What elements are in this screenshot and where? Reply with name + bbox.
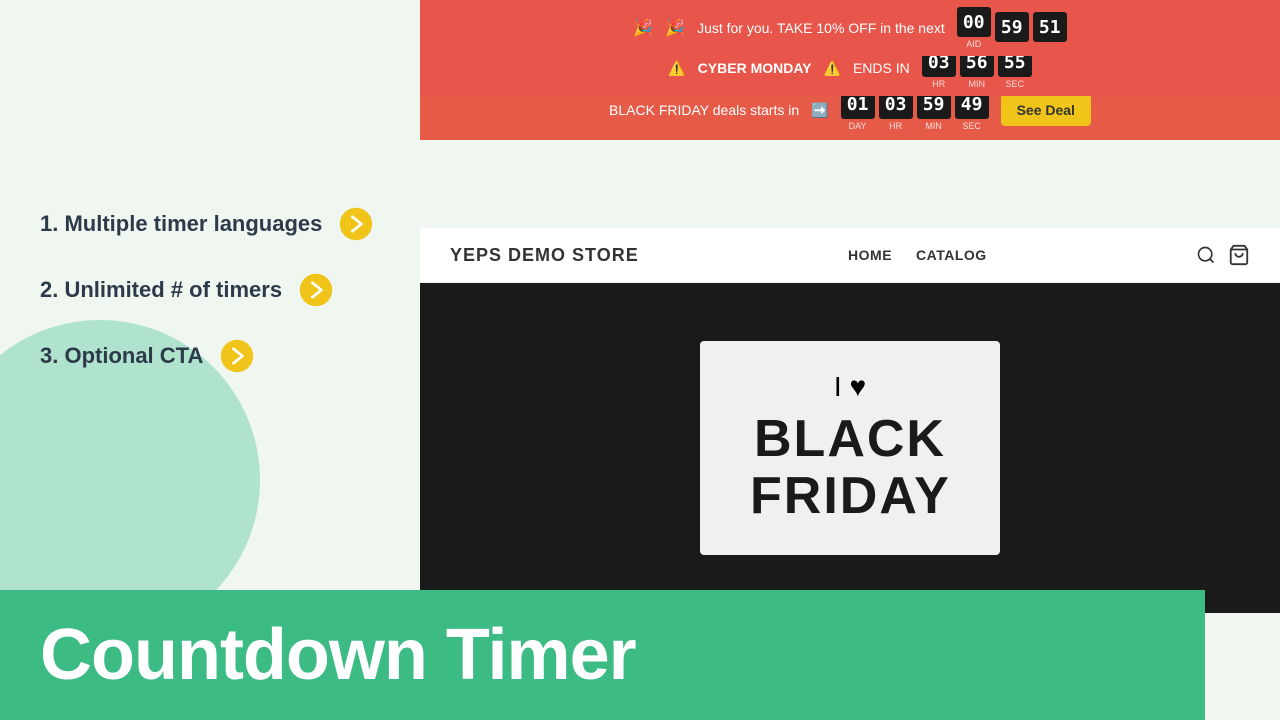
store-logo: YEPS DEMO STORE bbox=[450, 245, 639, 266]
digit-group-hours-1: 00 AID bbox=[957, 7, 991, 49]
digit-group-sec-1: 51 bbox=[1033, 12, 1067, 44]
banner-1-timer: 00 AID 59 51 bbox=[957, 7, 1067, 49]
digit-label-day-3: DAY bbox=[849, 121, 867, 131]
nav-icons bbox=[1196, 244, 1250, 266]
stacked-banners: 🎉 🎉 Just for you. TAKE 10% OFF in the ne… bbox=[420, 0, 1280, 220]
feature-2: 2. Unlimited # of timers bbox=[40, 272, 385, 308]
banner-2-emoji-left: ⚠️ bbox=[668, 60, 685, 77]
store-navbar: YEPS DEMO STORE HOME CATALOG bbox=[420, 228, 1280, 283]
banner-2-text: CYBER MONDAY bbox=[698, 60, 812, 76]
cart-icon[interactable] bbox=[1228, 244, 1250, 266]
digit-sec-1: 51 bbox=[1033, 12, 1067, 42]
banner-3-arrow: ➡️ bbox=[811, 102, 828, 119]
digit-label-min-2: MIN bbox=[969, 79, 986, 89]
digit-label-hours-1: AID bbox=[966, 39, 981, 49]
digit-min-1: 59 bbox=[995, 12, 1029, 42]
digit-label-hr-3: HR bbox=[889, 121, 902, 131]
feature-1: 1. Multiple timer languages bbox=[40, 206, 385, 242]
browser-mockup: 🎉 🎉 Just for you. TAKE 10% OFF in the ne… bbox=[420, 0, 1280, 600]
arrow-icon-2 bbox=[298, 272, 334, 308]
hero-title-line3: FRIDAY bbox=[750, 468, 950, 525]
banner-1-emoji-right: 🎉 bbox=[665, 18, 685, 38]
nav-link-home[interactable]: HOME bbox=[848, 247, 892, 263]
banner-3-text: BLACK FRIDAY deals starts in bbox=[609, 102, 799, 118]
banner-1: 🎉 🎉 Just for you. TAKE 10% OFF in the ne… bbox=[420, 0, 1280, 56]
hero-title-line2: BLACK bbox=[750, 411, 950, 468]
feature-1-text: 1. Multiple timer languages bbox=[40, 211, 322, 237]
bottom-bar-title: Countdown Timer bbox=[40, 614, 636, 696]
nav-links: HOME CATALOG bbox=[848, 247, 987, 263]
banner-1-emoji-left: 🎉 bbox=[633, 18, 653, 38]
digit-label-hr-2: HR bbox=[932, 79, 945, 89]
hero-area: I ♥ BLACK FRIDAY bbox=[420, 283, 1280, 613]
banner-2-suffix: ENDS IN bbox=[853, 60, 910, 76]
banner-1-text: Just for you. TAKE 10% OFF in the next bbox=[697, 20, 945, 36]
arrow-icon-3 bbox=[219, 338, 255, 374]
hero-sign: I ♥ BLACK FRIDAY bbox=[700, 341, 1000, 555]
search-icon[interactable] bbox=[1196, 245, 1216, 265]
digit-label-min-3: MIN bbox=[925, 121, 942, 131]
feature-2-text: 2. Unlimited # of timers bbox=[40, 277, 282, 303]
nav-link-catalog[interactable]: CATALOG bbox=[916, 247, 987, 263]
hero-heart: I ♥ bbox=[750, 371, 950, 403]
banner-2-emoji-right: ⚠️ bbox=[824, 60, 841, 77]
store-content: YEPS DEMO STORE HOME CATALOG bbox=[420, 220, 1280, 613]
feature-3-text: 3. Optional CTA bbox=[40, 343, 203, 369]
left-panel: 1. Multiple timer languages 2. Unlimited… bbox=[0, 0, 415, 580]
digit-group-min-1: 59 bbox=[995, 12, 1029, 44]
see-deal-button[interactable]: See Deal bbox=[1001, 94, 1091, 126]
feature-3: 3. Optional CTA bbox=[40, 338, 385, 374]
bottom-bar: Countdown Timer bbox=[0, 590, 1205, 720]
arrow-icon-1 bbox=[338, 206, 374, 242]
digit-label-sec-2: SEC bbox=[1005, 79, 1024, 89]
digit-hours-1: 00 bbox=[957, 7, 991, 37]
digit-label-sec-3: SEC bbox=[962, 121, 981, 131]
